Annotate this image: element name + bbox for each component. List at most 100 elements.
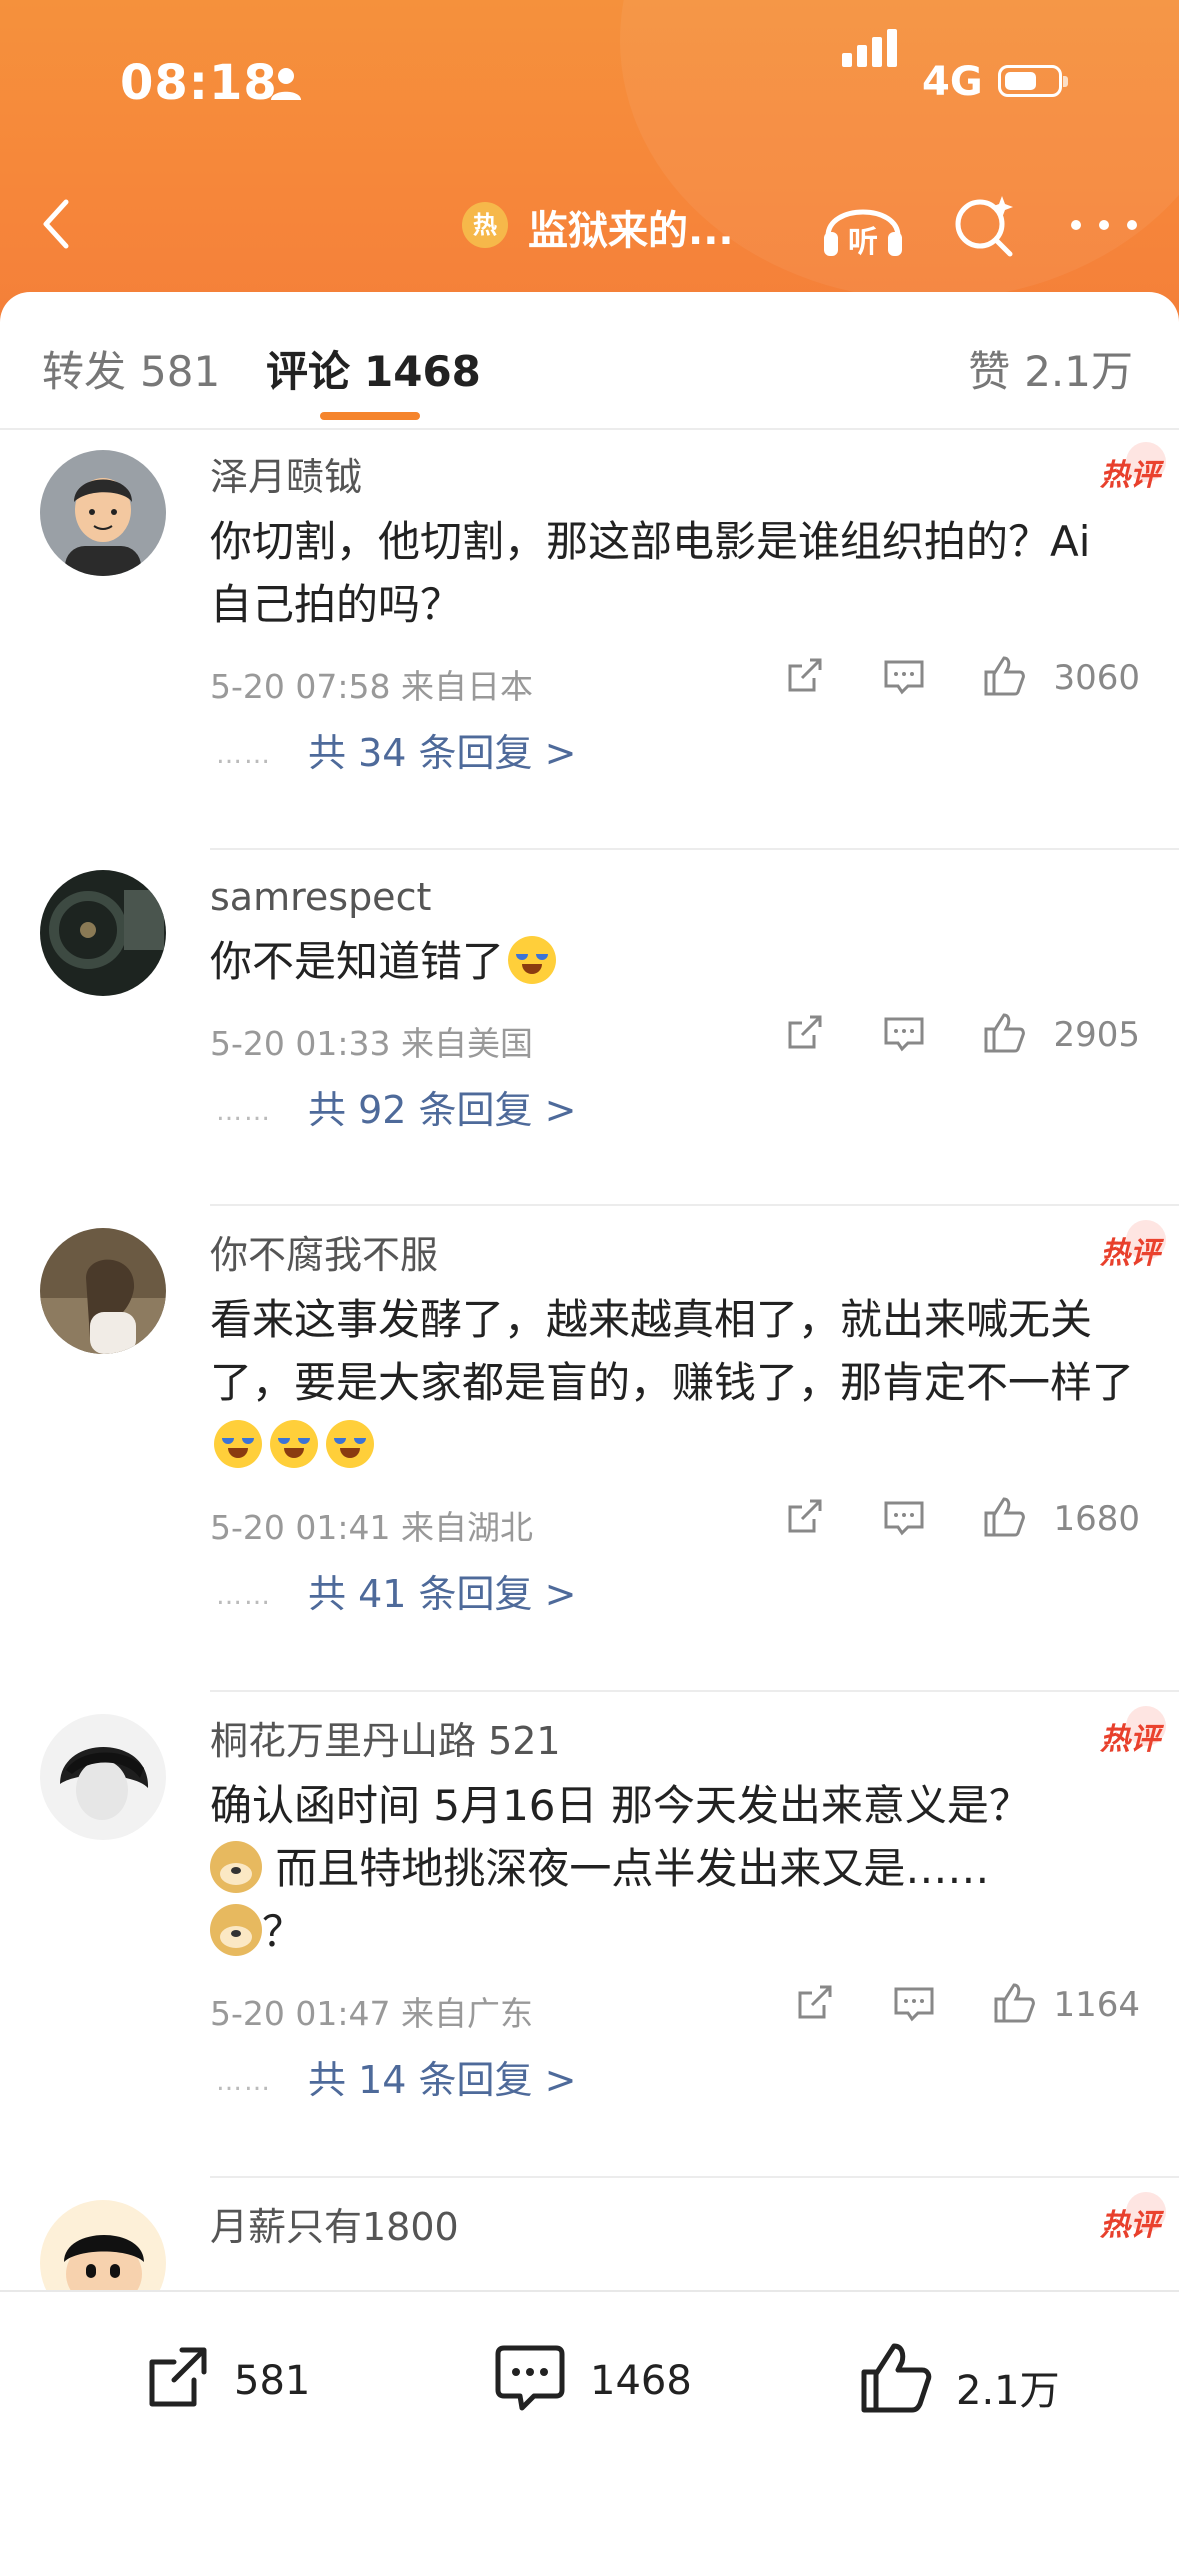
share-icon[interactable] (780, 1493, 828, 1541)
battery-icon (998, 65, 1068, 97)
view-replies-link[interactable]: 共 14 条回复 > (308, 2049, 576, 2104)
view-replies-link[interactable]: 共 41 条回复 > (308, 1563, 576, 1618)
like-count: 3060 (1053, 658, 1140, 698)
comment-time: 5-20 01:33 (210, 1024, 391, 1063)
comment-time-location: 5-20 01:33 来自美国 (210, 1017, 533, 1065)
comment-time: 5-20 01:41 (210, 1508, 391, 1547)
listen-headphones-icon[interactable]: 听 (818, 190, 908, 262)
comment-text-row: 你不是知道错了 (210, 930, 1140, 993)
comment-text: 看来这事发酵了，越来越真相了，就出来喊无关了，要是大家都是盲的，赚钱了，那肯定不… (210, 1295, 1135, 1407)
view-replies-link[interactable]: 共 92 条回复 > (308, 1079, 576, 1134)
network-type: 4G (922, 59, 983, 105)
status-time: 08:18 (120, 55, 278, 111)
laugh-cry-emoji-icon (326, 1420, 374, 1468)
hot-comment-badge: 热评 (1100, 442, 1166, 494)
comment-username[interactable]: samrespect (210, 870, 1140, 924)
thumbs-up-icon (861, 2343, 932, 2413)
tab-bar: 转发 581 评论 1468 赞 2.1万 (0, 292, 1179, 430)
like-icon[interactable] (980, 652, 1028, 700)
header-background: 08:18 4G 热 监狱来的... 听 (0, 0, 1179, 330)
like-count: 1680 (1053, 1499, 1140, 1539)
tab-comment[interactable]: 评论 1468 (266, 338, 481, 399)
comment-location: 来自日本 (401, 667, 533, 706)
view-replies-link[interactable]: 共 34 条回复 > (308, 722, 576, 777)
comment-location: 来自湖北 (401, 1508, 533, 1547)
laugh-cry-emoji-icon (508, 936, 557, 984)
avatar[interactable] (40, 1228, 166, 1354)
bottom-action-bar: 581 1468 2.1万 (0, 2290, 1179, 2558)
share-icon[interactable] (790, 1979, 838, 2027)
like-count: 2905 (1053, 1015, 1140, 1055)
comment-time-location: 5-20 01:41 来自湖北 (210, 1501, 533, 1549)
like-icon[interactable] (980, 1493, 1028, 1541)
comment-time: 5-20 01:47 (210, 1994, 391, 2033)
doge-emoji-icon (210, 1841, 262, 1893)
comment-location: 来自美国 (401, 1024, 533, 1063)
tab-like[interactable]: 赞 2.1万 (968, 338, 1133, 399)
comment-location: 来自广东 (401, 1994, 533, 2033)
comment-bubble-icon (495, 2345, 565, 2411)
laugh-cry-emoji-icon (270, 1420, 318, 1468)
comment-time: 5-20 07:58 (210, 667, 391, 706)
tab-like-count: 2.1万 (1024, 347, 1133, 396)
comment-username[interactable]: 月薪只有1800 (210, 2200, 1140, 2254)
hot-topic-icon: 热 (462, 202, 508, 248)
repost-icon (149, 2347, 207, 2407)
active-tab-indicator (320, 412, 420, 420)
hot-comment-badge: 热评 (1100, 2192, 1166, 2244)
replies-dots: …… (216, 740, 272, 770)
comment-time-location: 5-20 01:47 来自广东 (210, 1987, 533, 2035)
comment-username[interactable]: 泽月赜钺 (210, 450, 1140, 504)
battery-level (1005, 72, 1036, 90)
tab-repost[interactable]: 转发 581 (42, 338, 220, 399)
bottom-repost-count: 581 (234, 2358, 311, 2404)
search-icon[interactable] (948, 190, 1020, 262)
tab-comment-count: 1468 (364, 347, 481, 396)
comment-meta: 5-20 07:58 来自日本 3060 (210, 642, 1140, 712)
replies-row: …… 共 41 条回复 > (210, 1553, 1140, 1633)
comment-meta: 5-20 01:47 来自广东 1164 (210, 1969, 1140, 2039)
comment-text-row: 看来这事发酵了，越来越真相了，就出来喊无关了，要是大家都是盲的，赚钱了，那肯定不… (210, 1288, 1140, 1477)
avatar[interactable] (40, 1714, 166, 1840)
tab-like-label: 赞 (968, 347, 1011, 396)
share-icon[interactable] (780, 652, 828, 700)
comment-username[interactable]: 桐花万里丹山路 521 (210, 1714, 1140, 1768)
comment-icon[interactable] (880, 652, 928, 700)
comment-text-part: ？ (262, 1907, 305, 1956)
comment-username[interactable]: 你不腐我不服 (210, 1228, 1140, 1282)
comments-panel: 转发 581 评论 1468 赞 2.1万 泽月赜钺 热评 你切割，他切割，那这部电影… (0, 292, 1179, 2556)
replies-row: …… 共 92 条回复 > (210, 1069, 1140, 1149)
divider (210, 1204, 1179, 1206)
share-icon[interactable] (780, 1009, 828, 1057)
status-bar: 08:18 4G (0, 29, 1179, 115)
tab-repost-count: 581 (140, 347, 221, 396)
replies-row: …… 共 34 条回复 > (210, 712, 1140, 792)
comment-icon[interactable] (890, 1979, 938, 2027)
divider (210, 848, 1179, 850)
back-arrow-icon[interactable] (30, 194, 90, 254)
doge-emoji-icon (210, 1904, 262, 1956)
more-options-icon[interactable] (1064, 200, 1144, 250)
like-icon[interactable] (990, 1979, 1038, 2027)
bottom-like-count: 2.1万 (956, 2368, 1060, 2414)
page-title[interactable]: 监狱来的... (528, 198, 734, 256)
divider (210, 1690, 1179, 1692)
tab-comment-label: 评论 (266, 347, 351, 396)
comment-icon[interactable] (880, 1493, 928, 1541)
comment-icon[interactable] (880, 1009, 928, 1057)
hot-comment-badge: 热评 (1100, 1220, 1166, 1272)
bottom-comment-count: 1468 (590, 2358, 692, 2404)
comment-text-part: 而且特地挑深夜一点半发出来又是…… (262, 1844, 990, 1893)
like-icon[interactable] (980, 1009, 1028, 1057)
person-icon (271, 68, 301, 100)
avatar[interactable] (40, 870, 166, 996)
hot-comment-badge: 热评 (1100, 1706, 1166, 1758)
laugh-cry-emoji-icon (214, 1420, 262, 1468)
replies-dots: …… (216, 1097, 272, 1127)
comment-text: 你切割，他切割，那这部电影是谁组织拍的？Ai 自己拍的吗？ (210, 517, 1091, 629)
avatar[interactable] (40, 450, 166, 576)
comment-meta: 5-20 01:41 来自湖北 1680 (210, 1483, 1140, 1553)
divider (210, 2176, 1179, 2178)
comment-meta: 5-20 01:33 来自美国 2905 (210, 999, 1140, 1069)
listen-label: 听 (848, 225, 878, 260)
